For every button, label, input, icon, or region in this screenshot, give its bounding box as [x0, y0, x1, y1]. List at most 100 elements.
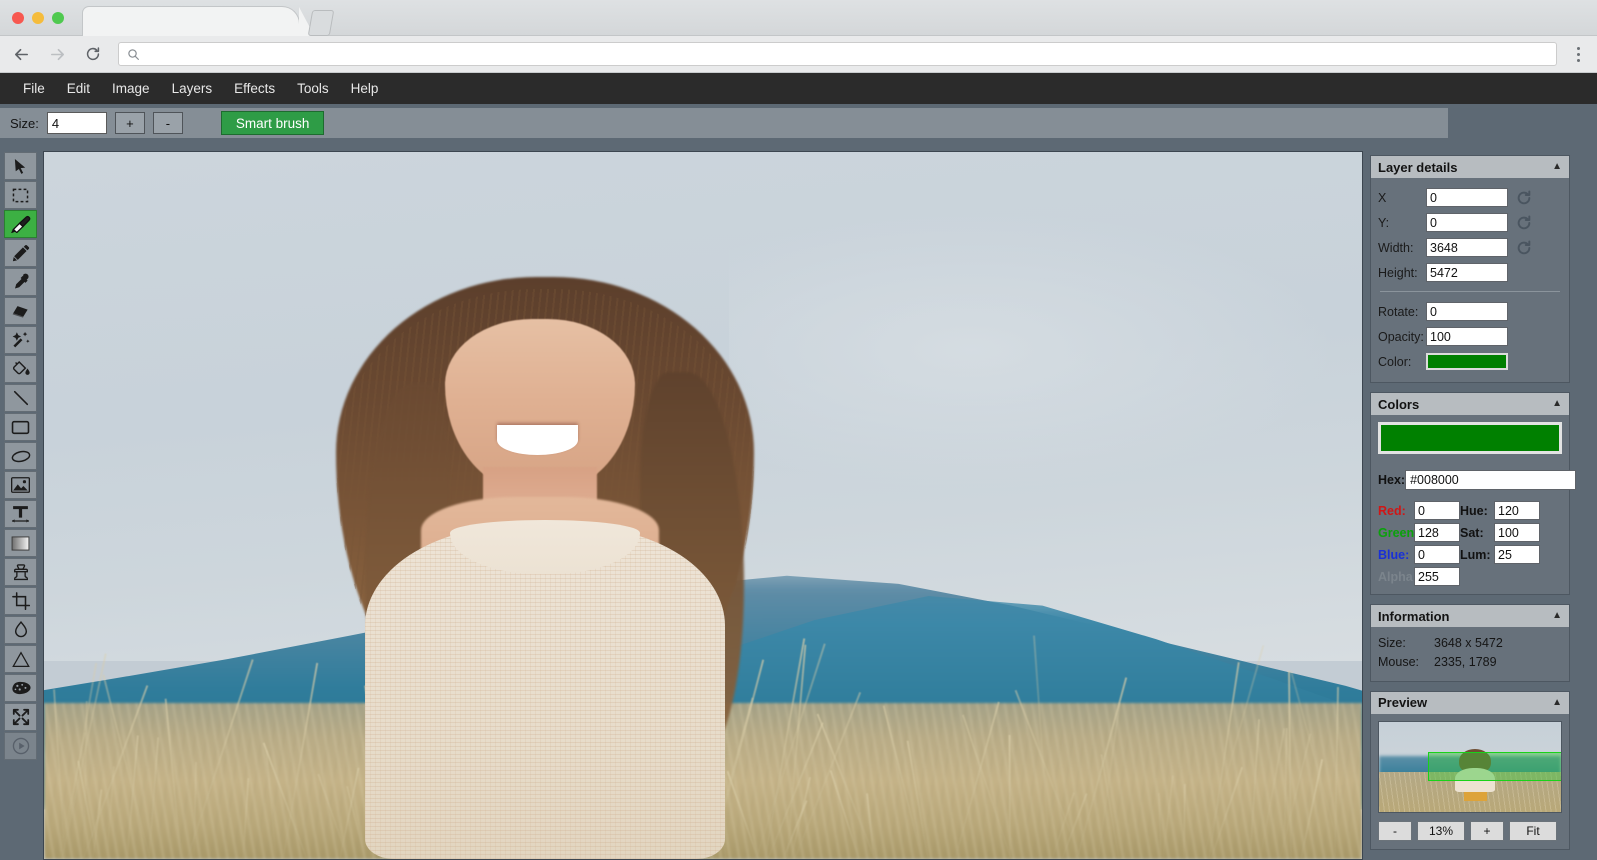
address-bar[interactable] — [118, 42, 1557, 66]
new-tab-button[interactable] — [308, 10, 335, 36]
information-header[interactable]: Information ▲ — [1371, 605, 1569, 627]
eyedropper-tool[interactable] — [4, 268, 37, 296]
green-input[interactable] — [1414, 523, 1460, 542]
zoom-in-button[interactable]: + — [1470, 821, 1504, 841]
blue-label: Blue: — [1378, 548, 1414, 562]
line-tool[interactable] — [4, 384, 37, 412]
blur-tool[interactable] — [4, 616, 37, 644]
zoom-level-button[interactable]: 13% — [1417, 821, 1465, 841]
hue-input[interactable] — [1494, 501, 1540, 520]
url-input[interactable] — [146, 47, 1548, 61]
reset-circular-arrow-icon[interactable] — [1512, 213, 1536, 233]
layer-x-input[interactable] — [1426, 188, 1508, 207]
layer-color-swatch[interactable] — [1426, 353, 1508, 370]
image-canvas[interactable] — [43, 151, 1363, 860]
rectangle-tool[interactable] — [4, 413, 37, 441]
alpha-input[interactable] — [1414, 567, 1460, 586]
paint-bucket-tool[interactable] — [4, 355, 37, 383]
caret-up-icon[interactable]: ▲ — [1552, 698, 1562, 708]
sat-input[interactable] — [1494, 523, 1540, 542]
minimize-window-button[interactable] — [32, 12, 44, 24]
color-channels-grid: Red: Hue: Green: Sat: Blue: Lum: Alpha: — [1378, 501, 1562, 586]
image-tool[interactable] — [4, 471, 37, 499]
brush-size-decrease-button[interactable]: - — [153, 112, 183, 134]
hex-label: Hex: — [1378, 473, 1405, 487]
preview-thumbnail[interactable] — [1378, 721, 1562, 813]
image-icon — [11, 477, 30, 493]
panel-divider — [1380, 291, 1560, 292]
cursor-arrow-icon — [13, 158, 28, 175]
layer-rotate-row: Rotate: — [1378, 299, 1562, 324]
crop-tool[interactable] — [4, 587, 37, 615]
layer-height-input[interactable] — [1426, 263, 1508, 282]
blue-input[interactable] — [1414, 545, 1460, 564]
menu-effects[interactable]: Effects — [223, 77, 286, 101]
menu-image[interactable]: Image — [101, 77, 161, 101]
smart-brush-button[interactable]: Smart brush — [221, 111, 325, 135]
layer-color-label: Color: — [1378, 355, 1426, 369]
preview-selection-rect — [1428, 752, 1562, 781]
reload-button[interactable] — [78, 39, 108, 69]
image-editor-app: File Edit Image Layers Effects Tools Hel… — [0, 0, 1597, 860]
layer-rotate-input[interactable] — [1426, 302, 1508, 321]
kebab-menu-icon[interactable] — [1565, 39, 1591, 69]
pencil-icon — [12, 244, 30, 262]
menu-help[interactable]: Help — [340, 77, 390, 101]
reset-circular-arrow-icon[interactable] — [1512, 238, 1536, 258]
menu-tools[interactable]: Tools — [286, 77, 340, 101]
eyedropper-icon — [12, 273, 30, 291]
clone-stamp-tool[interactable] — [4, 558, 37, 586]
zoom-fit-button[interactable]: Fit — [1509, 821, 1557, 841]
reset-circular-arrow-icon[interactable] — [1512, 188, 1536, 208]
menu-file[interactable]: File — [12, 77, 56, 101]
current-color-swatch[interactable] — [1378, 422, 1562, 454]
marquee-select-icon — [12, 188, 29, 203]
menu-layers[interactable]: Layers — [161, 77, 224, 101]
layer-details-title: Layer details — [1378, 160, 1458, 175]
close-window-button[interactable] — [12, 12, 24, 24]
browser-tab[interactable] — [82, 6, 300, 36]
lum-input[interactable] — [1494, 545, 1540, 564]
rect-select-tool[interactable] — [4, 181, 37, 209]
sponge-tool[interactable] — [4, 674, 37, 702]
forward-button[interactable] — [42, 39, 72, 69]
caret-up-icon[interactable]: ▲ — [1552, 399, 1562, 409]
maximize-window-button[interactable] — [52, 12, 64, 24]
layer-opacity-label: Opacity: — [1378, 330, 1426, 344]
layer-y-input[interactable] — [1426, 213, 1508, 232]
layer-details-header[interactable]: Layer details ▲ — [1371, 156, 1569, 178]
layer-x-row: X — [1378, 185, 1562, 210]
red-input[interactable] — [1414, 501, 1460, 520]
shrink-tool[interactable] — [4, 703, 37, 731]
eraser-tool[interactable] — [4, 297, 37, 325]
caret-up-icon[interactable]: ▲ — [1552, 611, 1562, 621]
play-tool[interactable] — [4, 732, 37, 760]
preview-panel: Preview ▲ - 13% + Fit — [1370, 691, 1570, 850]
text-tool[interactable] — [4, 500, 37, 528]
layer-opacity-input[interactable] — [1426, 327, 1508, 346]
ellipse-tool[interactable] — [4, 442, 37, 470]
green-label: Green: — [1378, 526, 1414, 540]
zoom-out-button[interactable]: - — [1378, 821, 1412, 841]
layer-width-input[interactable] — [1426, 238, 1508, 257]
preview-header[interactable]: Preview ▲ — [1371, 692, 1569, 714]
tool-palette — [0, 147, 41, 860]
brush-size-increase-button[interactable]: + — [115, 112, 145, 134]
sharpen-tool[interactable] — [4, 645, 37, 673]
colors-header[interactable]: Colors ▲ — [1371, 393, 1569, 415]
rectangle-icon — [11, 420, 30, 435]
brush-tool[interactable] — [4, 210, 37, 238]
droplet-icon — [13, 621, 29, 640]
window-traffic-lights — [12, 12, 64, 24]
gradient-tool[interactable] — [4, 529, 37, 557]
search-icon — [127, 48, 140, 61]
pencil-tool[interactable] — [4, 239, 37, 267]
magic-wand-tool[interactable] — [4, 326, 37, 354]
brush-size-input[interactable] — [47, 112, 107, 134]
menu-edit[interactable]: Edit — [56, 77, 101, 101]
paint-bucket-icon — [11, 360, 30, 378]
pointer-tool[interactable] — [4, 152, 37, 180]
caret-up-icon[interactable]: ▲ — [1552, 162, 1562, 172]
back-button[interactable] — [6, 39, 36, 69]
hex-input[interactable] — [1405, 470, 1576, 490]
